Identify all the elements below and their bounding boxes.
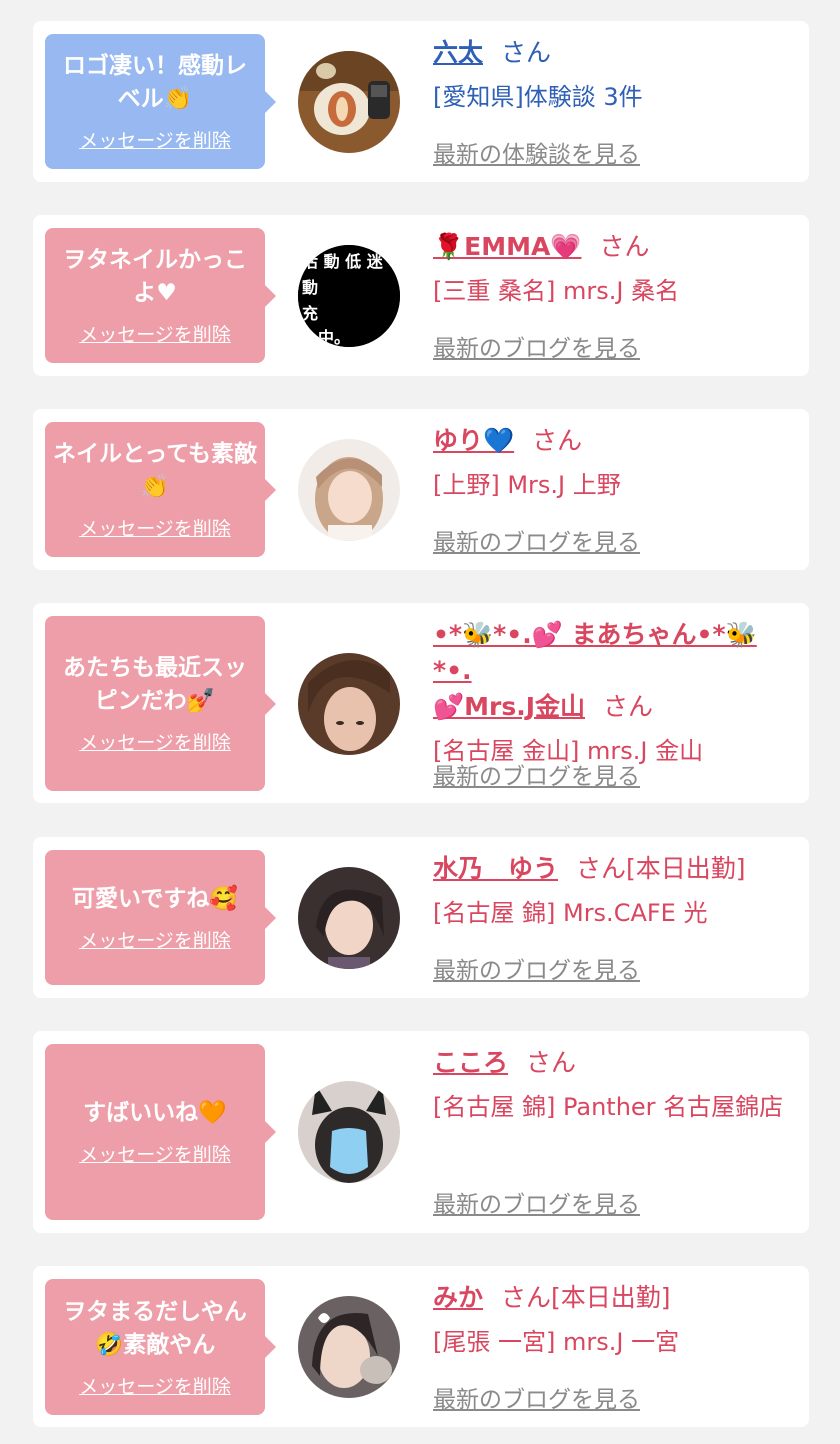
latest-post-link[interactable]: 最新のブログを見る: [433, 757, 640, 791]
message-card: すばいいね🧡 メッセージを削除 こころ さん [名古屋 錦] Panther 名古…: [33, 1031, 809, 1233]
avatar[interactable]: [298, 867, 400, 969]
name-line: 六太 さん: [433, 35, 789, 71]
delete-message-link[interactable]: メッセージを削除: [79, 1140, 231, 1167]
honorific: さん: [532, 426, 583, 455]
delete-message-link[interactable]: メッセージを削除: [79, 1372, 231, 1399]
message-text: すばいいね🧡: [83, 1100, 227, 1126]
user-name-link[interactable]: 💕Mrs.J金山: [433, 692, 585, 721]
person-photo-avatar-icon: [298, 653, 400, 755]
honorific: さん[本日出勤]: [576, 854, 746, 883]
user-name-link[interactable]: 六太: [433, 38, 483, 67]
user-info: •*🐝*•.💕 まあちゃん•*🐝*•. 💕Mrs.J金山 さん [名古屋 金山] …: [433, 617, 789, 790]
user-name-link[interactable]: ゆり💙: [433, 426, 514, 455]
message-card: 可愛いですね🥰 メッセージを削除 水乃 ゆう さん[本日出勤] [名古屋 錦] M…: [33, 837, 809, 998]
avatar[interactable]: 活 動 低 迷 動 充 中。: [298, 245, 400, 347]
user-name-link[interactable]: こころ: [433, 1048, 508, 1077]
user-name-link[interactable]: みか: [433, 1283, 483, 1312]
affiliation: [名古屋 錦] Mrs.CAFE 光: [433, 899, 708, 927]
message-text: ネイルとっても素敵👏: [53, 441, 258, 500]
honorific: さん: [526, 1048, 577, 1077]
name-line: 水乃 ゆう さん[本日出勤]: [433, 851, 789, 887]
food-photo-avatar-icon: [298, 51, 400, 153]
person-photo-avatar-icon: [298, 1081, 400, 1183]
honorific: さん[本日出勤]: [501, 1283, 671, 1312]
affiliation: [三重 桑名] mrs.J 桑名: [433, 277, 680, 305]
name-line: ゆり💙 さん: [433, 423, 789, 459]
message-bubble: ヲタまるだしやん🤣素敵やん メッセージを削除: [45, 1279, 276, 1415]
message-text: あたちも最近スッピンだわ💅: [63, 655, 247, 714]
latest-post-link[interactable]: 最新の体験談を見る: [433, 135, 640, 169]
user-info: 六太 さん [愛知県]体験談 3件 最新の体験談を見る: [433, 35, 789, 168]
delete-message-link[interactable]: メッセージを削除: [79, 514, 231, 541]
message-text: 可愛いですね🥰: [72, 885, 238, 912]
user-info: みか さん[本日出勤] [尾張 一宮] mrs.J 一宮 最新のブログを見る: [433, 1280, 789, 1413]
honorific: さん: [603, 692, 654, 721]
message-card: ヲタまるだしやん🤣素敵やん メッセージを削除 みか さん[本日出勤] [尾張 一宮…: [33, 1266, 809, 1427]
affiliation: [名古屋 錦] Panther 名古屋錦店: [433, 1093, 784, 1121]
latest-post-link[interactable]: 最新のブログを見る: [433, 523, 640, 557]
text-image-avatar-icon: 活 動 低 迷 動 充 中。: [298, 245, 400, 347]
affiliation: [尾張 一宮] mrs.J 一宮: [433, 1328, 680, 1356]
message-bubble: ロゴ凄い！感動レベル👏 メッセージを削除: [45, 34, 276, 169]
avatar[interactable]: [298, 439, 400, 541]
name-line: 🌹EMMA💗 さん: [433, 229, 789, 265]
message-text: ヲタネイルかっこよ♥: [63, 247, 247, 306]
message-text: ロゴ凄い！感動レベル👏: [63, 53, 247, 112]
delete-message-link[interactable]: メッセージを削除: [79, 728, 231, 755]
name-line: みか さん[本日出勤]: [433, 1280, 789, 1316]
message-bubble: すばいいね🧡 メッセージを削除: [45, 1044, 276, 1220]
message-card: ヲタネイルかっこよ♥ メッセージを削除 活 動 低 迷 動 充 中。 🌹EMMA…: [33, 215, 809, 376]
delete-message-link[interactable]: メッセージを削除: [79, 926, 231, 953]
person-photo-avatar-icon: [298, 1296, 400, 1398]
latest-post-link[interactable]: 最新のブログを見る: [433, 1185, 640, 1219]
name-line: 💕Mrs.J金山 さん: [433, 689, 789, 725]
delete-message-link[interactable]: メッセージを削除: [79, 320, 231, 347]
person-photo-avatar-icon: [298, 439, 400, 541]
user-name-link-line1[interactable]: •*🐝*•.💕 まあちゃん•*🐝*•.: [433, 620, 757, 685]
latest-post-link[interactable]: 最新のブログを見る: [433, 951, 640, 985]
user-info: 水乃 ゆう さん[本日出勤] [名古屋 錦] Mrs.CAFE 光 最新のブログを…: [433, 851, 789, 984]
person-photo-avatar-icon: [298, 867, 400, 969]
avatar[interactable]: [298, 1081, 400, 1183]
affiliation: [愛知県]体験談 3件: [433, 83, 643, 111]
affiliation: [上野] Mrs.J 上野: [433, 471, 621, 499]
name-line: こころ さん: [433, 1045, 789, 1081]
honorific: さん: [599, 232, 650, 261]
message-card: あたちも最近スッピンだわ💅 メッセージを削除 •*🐝*•.💕 まあちゃん•*🐝*…: [33, 603, 809, 803]
latest-post-link[interactable]: 最新のブログを見る: [433, 329, 640, 363]
avatar[interactable]: [298, 1296, 400, 1398]
message-card: ネイルとっても素敵👏 メッセージを削除 ゆり💙 さん [上野] Mrs.J 上野 …: [33, 409, 809, 570]
user-info: こころ さん [名古屋 錦] Panther 名古屋錦店 最新のブログを見る: [433, 1045, 789, 1218]
user-info: ゆり💙 さん [上野] Mrs.J 上野 最新のブログを見る: [433, 423, 789, 556]
message-bubble: あたちも最近スッピンだわ💅 メッセージを削除: [45, 616, 276, 791]
latest-post-link[interactable]: 最新のブログを見る: [433, 1380, 640, 1414]
avatar[interactable]: [298, 51, 400, 153]
message-card: ロゴ凄い！感動レベル👏 メッセージを削除 六太 さん [愛知県]体験談 3件 最新…: [33, 21, 809, 182]
message-bubble: 可愛いですね🥰 メッセージを削除: [45, 850, 276, 985]
name-line: •*🐝*•.💕 まあちゃん•*🐝*•.: [433, 617, 789, 689]
message-bubble: ヲタネイルかっこよ♥ メッセージを削除: [45, 228, 276, 363]
user-name-link[interactable]: 🌹EMMA💗: [433, 232, 581, 261]
message-bubble: ネイルとっても素敵👏 メッセージを削除: [45, 422, 276, 557]
message-text: ヲタまるだしやん🤣素敵やん: [63, 1298, 247, 1358]
user-info: 🌹EMMA💗 さん [三重 桑名] mrs.J 桑名 最新のブログを見る: [433, 229, 789, 362]
delete-message-link[interactable]: メッセージを削除: [79, 126, 231, 153]
avatar[interactable]: [298, 653, 400, 755]
honorific: さん: [501, 38, 552, 67]
user-name-link[interactable]: 水乃 ゆう: [433, 854, 558, 883]
